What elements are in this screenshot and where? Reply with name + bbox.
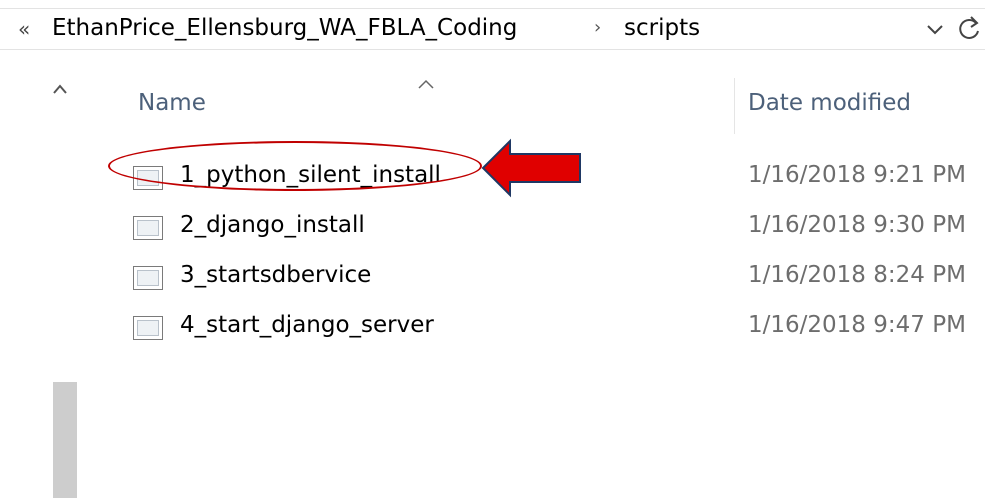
column-header-date-modified[interactable]: Date modified [748, 90, 911, 116]
refresh-icon[interactable] [958, 13, 982, 45]
column-header-name[interactable]: Name [138, 90, 206, 116]
file-name: 2_django_install [180, 212, 365, 238]
sort-ascending-icon [418, 79, 434, 89]
script-file-icon [133, 266, 163, 290]
file-date-modified: 1/16/2018 9:47 PM [748, 312, 966, 338]
script-file-icon [133, 216, 163, 240]
file-row[interactable]: 3_startsdbervice 1/16/2018 8:24 PM [120, 262, 980, 302]
breadcrumb-item-scripts[interactable]: scripts [624, 15, 700, 41]
chevron-down-icon[interactable] [924, 19, 946, 39]
breadcrumb-separator-icon[interactable]: › [594, 17, 601, 38]
file-row[interactable]: 4_start_django_server 1/16/2018 9:47 PM [120, 312, 980, 352]
scroll-up-icon[interactable] [53, 84, 67, 94]
script-file-icon [133, 316, 163, 340]
script-file-icon [133, 166, 163, 190]
file-date-modified: 1/16/2018 9:21 PM [748, 162, 966, 188]
file-date-modified: 1/16/2018 8:24 PM [748, 262, 966, 288]
file-name: 3_startsdbervice [180, 262, 372, 288]
vertical-scrollbar[interactable] [40, 76, 78, 498]
column-divider[interactable] [734, 78, 735, 134]
file-name: 4_start_django_server [180, 312, 434, 338]
file-date-modified: 1/16/2018 9:30 PM [748, 212, 966, 238]
breadcrumb-item-project[interactable]: EthanPrice_Ellensburg_WA_FBLA_Coding [52, 15, 517, 41]
address-bar[interactable]: « EthanPrice_Ellensburg_WA_FBLA_Coding ›… [0, 8, 985, 50]
pointer-arrow-icon [481, 138, 581, 198]
scrollbar-thumb[interactable] [53, 382, 77, 498]
breadcrumb-overflow-icon[interactable]: « [18, 17, 30, 41]
file-row[interactable]: 2_django_install 1/16/2018 9:30 PM [120, 212, 980, 252]
file-name: 1_python_silent_install [180, 162, 441, 188]
